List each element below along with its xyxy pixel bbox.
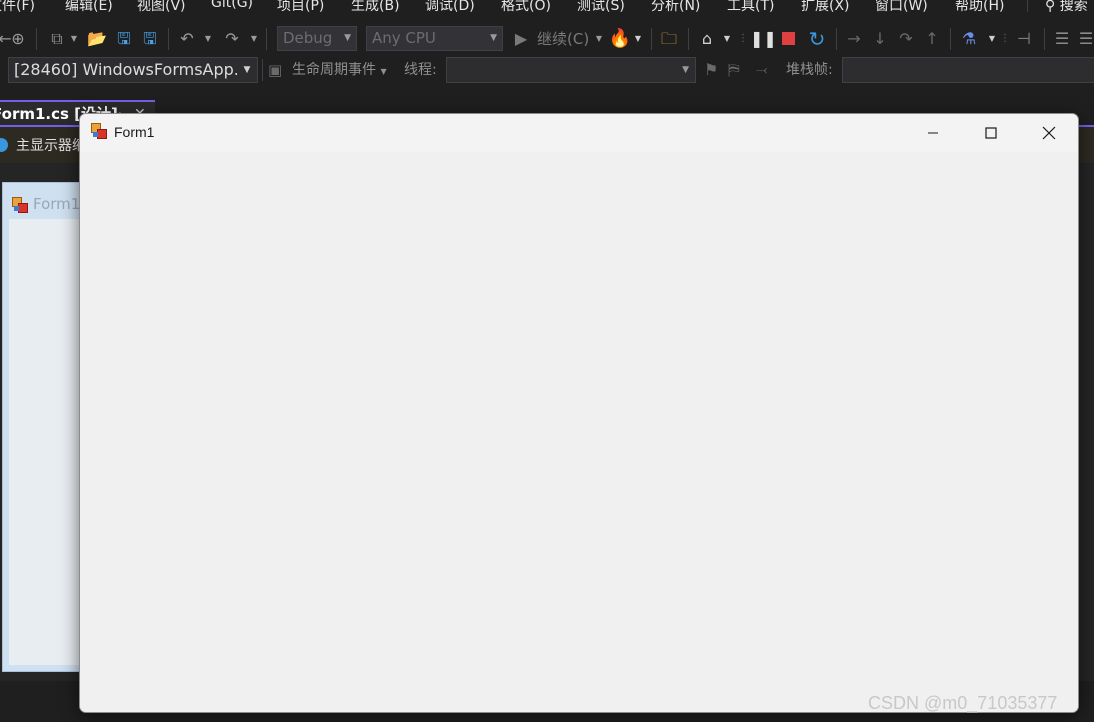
close-icon [1042,126,1056,140]
redo-dropdown-icon[interactable]: ▼ [248,22,260,56]
step-out-icon: ↑ [925,29,939,48]
toolbar-separator [266,28,267,50]
stack-frame-label: 堆栈帧: [786,62,833,78]
app-icon [91,123,107,139]
solution-platform-value: Any CPU [372,29,436,47]
menu-test[interactable]: 测试(S) [577,0,625,15]
menu-analyze[interactable]: 分析(N) [651,0,700,15]
menu-tools[interactable]: 工具(T) [727,0,774,15]
browser-link-dropdown-icon[interactable]: ▼ [721,22,733,56]
chevron-down-icon: ▼ [237,58,257,82]
menu-debug[interactable]: 调试(D) [425,0,475,15]
menu-extensions[interactable]: 扩展(X) [801,0,850,15]
hot-reload-icon[interactable]: 🔥 [608,22,632,56]
menu-view[interactable]: 视图(V) [137,0,186,15]
window-title: Form1 [114,124,155,140]
flag-thread-icon: ⚑ [704,60,719,79]
minimize-button[interactable] [904,114,962,152]
designer-form-title: Form1 [33,195,81,213]
step-into-icon: ↓ [873,29,887,48]
toolbar-separator [262,59,263,81]
close-button[interactable] [1020,114,1078,152]
window-titlebar[interactable]: Form1 [80,114,1078,152]
chevron-down-icon: ▼ [380,67,387,76]
continue-label: 继续(C) [537,30,590,48]
step-over-icon: ↷ [899,29,913,48]
form-icon [12,197,28,213]
forward-icon[interactable]: ⊕ [8,22,28,56]
designer-form[interactable]: Form1 [2,182,82,672]
toolbar-grip-icon: ⋮ [738,33,748,44]
browser-link-icon[interactable]: ⌂ [694,22,720,56]
breakpoint-settings-icon[interactable]: ⊣ [1012,22,1036,56]
undo-icon[interactable]: ↶ [175,22,199,56]
toolbar-separator [836,28,837,50]
align-center-icon[interactable]: ☰ [1076,22,1094,56]
find-in-files-icon[interactable]: 🗀 [656,22,682,56]
menu-help[interactable]: 帮助(H) [955,0,1004,15]
process-value: [28460] WindowsFormsApp.exe [14,60,258,79]
form1-client-area[interactable] [80,152,1078,712]
align-left-icon[interactable]: ☰ [1050,22,1074,56]
show-next-statement-icon: → [847,29,861,48]
process-select[interactable]: [28460] WindowsFormsApp.exe ▼ [8,57,258,83]
menu-project[interactable]: 项目(P) [277,0,324,15]
thread-label: 线程: [404,62,437,78]
lifecycle-events-icon: ▣ [268,61,283,79]
toolbar-separator [950,28,951,50]
solution-config-select[interactable]: Debug ▼ [277,26,357,51]
new-project-dropdown-icon[interactable]: ▼ [68,22,80,56]
search-label: 搜索 [1059,0,1088,14]
undo-dropdown-icon[interactable]: ▼ [202,22,214,56]
save-icon[interactable]: 🖫 [112,22,136,56]
toggle-stack-icon: ⤙ [756,62,768,78]
toolbar-separator [168,28,169,50]
open-folder-icon[interactable]: 📂 [85,22,109,56]
show-threads-icon: ⛿ [728,60,740,79]
menu-window[interactable]: 窗口(W) [875,0,928,15]
solution-platform-select[interactable]: Any CPU ▼ [366,26,503,51]
stack-frame-select[interactable] [842,57,1094,83]
pause-icon[interactable]: ❚❚ [750,22,777,56]
form1-window[interactable]: Form1 [79,113,1079,713]
maximize-button[interactable] [962,114,1020,152]
maximize-icon [985,127,997,139]
continue-play-icon: ▶ [514,29,528,48]
menu-separator [1027,0,1028,12]
menu-bar: 文件(F) 编辑(E) 视图(V) Git(G) 项目(P) 生成(B) 调试(… [0,0,1094,18]
toolbar-separator [651,28,652,50]
toolbar-separator [1044,28,1045,50]
menu-format[interactable]: 格式(O) [501,0,551,15]
menu-file[interactable]: 文件(F) [0,0,35,15]
lifecycle-events-label: 生命周期事件 [292,62,376,78]
thread-select[interactable]: ▼ [446,57,696,83]
chevron-down-icon: ▼ [682,65,689,75]
toolbar-separator [688,28,689,50]
save-all-icon[interactable]: 🖫 [138,22,162,56]
watermark: CSDN @m0_71035377 [868,693,1058,713]
continue-dropdown-icon[interactable]: ▼ [593,22,605,56]
chevron-down-icon: ▼ [490,33,497,43]
continue-button[interactable]: 继续(C) [537,22,589,56]
new-project-icon[interactable]: ⧉ [44,22,70,56]
chevron-down-icon: ▼ [344,33,351,43]
redo-icon[interactable]: ↷ [220,22,244,56]
info-icon [0,138,8,152]
minimize-icon [928,132,938,134]
hot-reload-dropdown-icon[interactable]: ▼ [632,22,644,56]
menu-edit[interactable]: 编辑(E) [65,0,113,15]
menu-git[interactable]: Git(G) [211,0,253,11]
menu-build[interactable]: 生成(B) [351,0,400,15]
diagnostic-tools-icon[interactable]: ⚗ [956,22,982,56]
stop-icon[interactable] [782,32,795,45]
toolbar-grip-icon: ⋮ [1000,33,1010,44]
designer-form-client[interactable] [9,219,81,665]
diagnostic-dropdown-icon[interactable]: ▼ [986,22,998,56]
lifecycle-events-button[interactable]: 生命周期事件 ▼ [292,57,387,85]
restart-icon[interactable]: ↻ [804,22,830,56]
search-box[interactable]: ⚲ 搜索 [1045,0,1088,15]
toolbar-separator [36,28,37,50]
solution-config-value: Debug [283,29,333,47]
